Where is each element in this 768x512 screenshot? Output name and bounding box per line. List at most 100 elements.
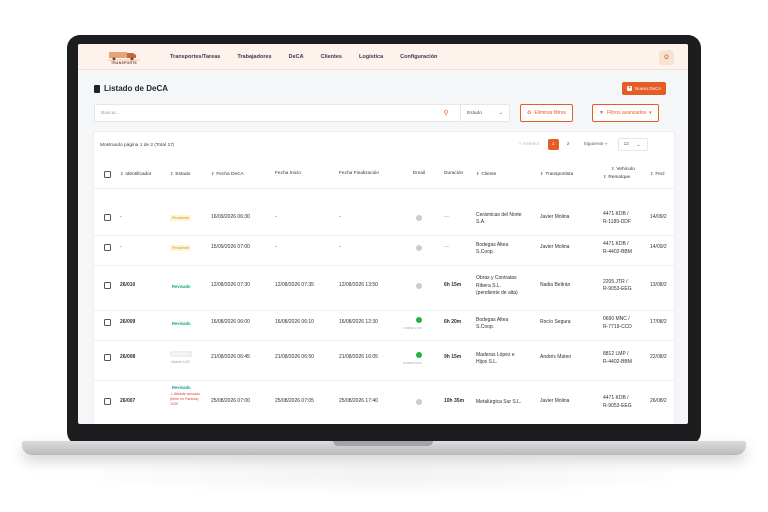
pagination-page-2[interactable]: 2 <box>563 139 574 150</box>
header-fecha-inicio[interactable]: Fecha Inicio <box>275 171 301 176</box>
row-checkbox[interactable] <box>104 398 111 405</box>
cell-fecha-finalizacion: - <box>339 244 341 250</box>
cell-fecha-inicio: 12/08/2026 07:35 <box>275 281 314 288</box>
chevron-down-icon: ▾ <box>649 110 652 116</box>
nav-item-trabajadores[interactable]: Trabajadores <box>237 54 271 60</box>
cell-vehiculo-line: 4471 KDB / <box>603 395 629 401</box>
cell-vehiculo-line: 4471 KDB / <box>603 211 629 217</box>
cell-vehiculo-line: R-9053-EEG <box>603 286 632 292</box>
cell-cliente-line: Bodegas Altea <box>476 241 509 248</box>
cell-cliente-line: S.Coop. <box>476 324 495 330</box>
email-pending-icon <box>416 245 422 251</box>
header-email[interactable]: Email <box>413 171 425 176</box>
cell-vehiculo-line: 0690 MNC / <box>603 316 630 322</box>
cell-fecha-finalizacion: 16/08/2026 12:30 <box>339 319 378 325</box>
header-fecha-deca[interactable]: ⇕ Fecha DeCA <box>211 171 244 177</box>
header-transportista[interactable]: ⇕ Transportista <box>540 171 573 177</box>
email-timestamp: 17/08/26 17:06 <box>403 326 422 330</box>
cell-cliente-line: S.Coop. <box>476 249 495 255</box>
cell-cliente-line: Ribera S.L. <box>476 282 502 289</box>
cell-cliente-line: (pendiente de alta) <box>476 290 518 297</box>
app-logo[interactable]: TRANSPORTE <box>100 47 148 67</box>
cell-transportista: Javier Molina <box>540 398 570 404</box>
page-title: Listado de DeCA <box>94 84 168 93</box>
laptop-shadow <box>60 456 710 496</box>
clear-filters-button[interactable]: ♻ Eliminar filtros <box>520 104 573 122</box>
sort-icon: ⇕ <box>611 166 615 171</box>
cell-fecha-deca: 16/09/2026 06:30 <box>211 214 250 220</box>
cell-fecha-deca: 25/08/2026 07:00 <box>211 398 250 404</box>
header-label: Cliente <box>481 172 497 177</box>
cell-fecha-inicio: 25/08/2026 07:05 <box>275 398 314 404</box>
cell-transportista: Javier Molina <box>540 244 570 250</box>
email-pending-icon <box>416 282 422 289</box>
pagination-prev[interactable]: « Anterior <box>519 142 540 147</box>
cell-duracion: — <box>444 244 449 250</box>
cell-fecha: 22/08/2 <box>650 354 667 360</box>
user-avatar[interactable]: O <box>659 50 674 65</box>
cell-fecha-inicio: 21/08/2026 06:50 <box>275 354 314 360</box>
cell-duracion: 9h 15m <box>444 354 462 360</box>
chevron-down-icon: ⌄ <box>636 142 641 148</box>
pagination-next[interactable]: Siguiente » <box>584 142 608 147</box>
nav-item-deca[interactable]: DeCA <box>289 54 304 60</box>
new-deca-button[interactable]: + Nuevo DeCA <box>622 82 667 95</box>
search-input[interactable]: Buscar... <box>94 104 470 122</box>
status-badge: Revisado <box>172 283 191 289</box>
header-estado[interactable]: ⇕ Estado <box>170 171 190 177</box>
deca-table-card: Mostrando página 1 de 2 (Total 17) « Ant… <box>94 132 674 424</box>
status-warning: ⚠ Albarán anulado (tiene en Factura): 10… <box>170 392 201 406</box>
cell-vehiculo-line: R-4402-BBM <box>603 358 632 365</box>
cell-fecha: 17/08/2 <box>650 319 667 325</box>
header-identificador[interactable]: ⇕ Identificador <box>120 171 152 177</box>
app-screen: TRANSPORTE Transportes/Tareas Trabajador… <box>78 44 688 424</box>
sort-icon: ⇕ <box>120 171 124 176</box>
email-pending-icon <box>416 215 422 221</box>
email-timestamp: 22/08/26 08:40 <box>403 361 422 365</box>
page-title-text: Listado de DeCA <box>104 84 169 93</box>
page-size-select[interactable]: 12 ⌄ <box>617 138 648 151</box>
cell-fecha-inicio: 16/08/2026 06:10 <box>275 319 314 325</box>
email-pending-icon <box>416 399 422 405</box>
cell-fecha-finalizacion: 25/08/2026 17:40 <box>339 398 378 404</box>
advanced-filters-button[interactable]: ▼ Filtros avanzados ▾ <box>592 104 659 122</box>
cell-vehiculo-line: R-4402-BBM <box>603 248 632 255</box>
nav-item-logistica[interactable]: Logística <box>359 54 383 60</box>
nav-item-transportes[interactable]: Transportes/Tareas <box>170 54 220 60</box>
cell-fecha: 14/09/2 <box>650 244 667 250</box>
row-checkbox[interactable] <box>104 319 111 326</box>
nav-item-configuracion[interactable]: Configuración <box>400 54 437 60</box>
row-checkbox[interactable] <box>104 214 111 221</box>
pagination-summary: Mostrando página 1 de 2 (Total 17) <box>100 143 175 148</box>
estado-select[interactable]: Estado ⌄ <box>460 104 510 122</box>
header-fecha[interactable]: ⇕ Fecl <box>650 171 664 177</box>
cell-transportista: Nadia Beltrán <box>540 281 571 288</box>
filter-icon: ▼ <box>599 110 604 116</box>
select-all-checkbox[interactable] <box>104 171 111 178</box>
cell-fecha-deca: 12/08/2026 07:30 <box>211 281 250 288</box>
row-checkbox[interactable] <box>104 354 111 361</box>
sort-icon: ⇕ <box>211 171 215 176</box>
cell-transportista: Rocío Segura <box>540 319 571 325</box>
estado-label: Estado <box>467 110 482 116</box>
header-fecha-finalizacion[interactable]: Fecha Finalización <box>339 171 379 176</box>
sort-icon: ⇕ <box>476 171 480 176</box>
status-badge: Revisado <box>172 321 191 326</box>
header-vehiculo-remolque[interactable]: ⇕ Vehículo ⇕ Remolque <box>603 165 635 181</box>
cell-fecha-inicio: - <box>275 214 277 220</box>
search-icon[interactable]: ⚲ <box>438 104 454 122</box>
cell-vehiculo-line: 2205 JTR / <box>603 278 628 285</box>
header-duracion[interactable]: Duración <box>444 171 463 176</box>
plus-icon: + <box>627 85 632 91</box>
cell-duracion: 6h 20m <box>444 319 462 325</box>
cell-identificador: 26/009 <box>120 319 136 325</box>
header-cliente[interactable]: ⇕ Cliente <box>476 171 496 177</box>
cell-cliente-line: Cerámicas del Norte <box>476 211 522 218</box>
pagination: « Anterior 1 2 Siguiente » 12 ⌄ <box>519 138 648 151</box>
cell-fecha-finalizacion: 21/08/2026 16:05 <box>339 354 378 360</box>
pagination-page-1[interactable]: 1 <box>547 139 559 150</box>
cell-fecha-inicio: - <box>275 244 277 250</box>
row-checkbox[interactable] <box>104 281 111 289</box>
row-checkbox[interactable] <box>104 244 111 251</box>
nav-item-clientes[interactable]: Clientes <box>321 54 342 60</box>
